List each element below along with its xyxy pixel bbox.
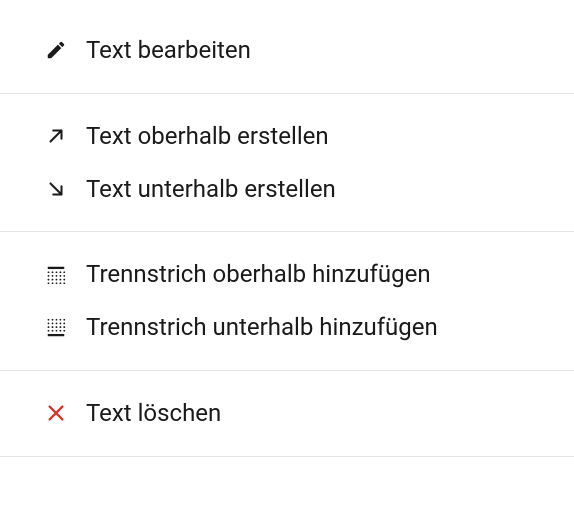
border-bottom-icon bbox=[44, 316, 68, 340]
close-icon bbox=[44, 401, 68, 425]
separator-above-item[interactable]: Trennstrich oberhalb hinzufügen bbox=[0, 248, 574, 301]
delete-text-label: Text löschen bbox=[86, 399, 221, 428]
separator-above-label: Trennstrich oberhalb hinzufügen bbox=[86, 260, 431, 289]
menu-group-create: Text oberhalb erstellen Text unterhalb e… bbox=[0, 94, 574, 233]
arrow-down-right-icon bbox=[44, 177, 68, 201]
create-above-label: Text oberhalb erstellen bbox=[86, 122, 329, 151]
menu-group-delete: Text löschen bbox=[0, 371, 574, 457]
context-menu: Text bearbeiten Text oberhalb erstellen … bbox=[0, 0, 574, 457]
create-above-item[interactable]: Text oberhalb erstellen bbox=[0, 110, 574, 163]
create-below-label: Text unterhalb erstellen bbox=[86, 175, 336, 204]
pencil-icon bbox=[44, 38, 68, 62]
menu-group-edit: Text bearbeiten bbox=[0, 0, 574, 94]
separator-below-label: Trennstrich unterhalb hinzufügen bbox=[86, 313, 438, 342]
edit-text-item[interactable]: Text bearbeiten bbox=[0, 24, 574, 77]
create-below-item[interactable]: Text unterhalb erstellen bbox=[0, 163, 574, 216]
arrow-up-right-icon bbox=[44, 124, 68, 148]
border-top-icon bbox=[44, 263, 68, 287]
separator-below-item[interactable]: Trennstrich unterhalb hinzufügen bbox=[0, 301, 574, 354]
menu-group-separator: Trennstrich oberhalb hinzufügen Trennstr… bbox=[0, 232, 574, 371]
edit-text-label: Text bearbeiten bbox=[86, 36, 251, 65]
delete-text-item[interactable]: Text löschen bbox=[0, 387, 574, 440]
